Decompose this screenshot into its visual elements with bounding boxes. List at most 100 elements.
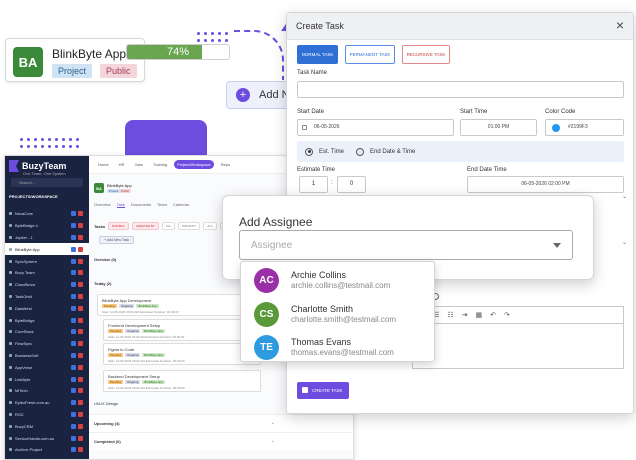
delete-icon[interactable] — [78, 352, 83, 358]
workspace-tab[interactable]: Task — [116, 202, 125, 208]
delete-icon[interactable] — [78, 411, 83, 417]
sidebar-item[interactable]: ByteBridge — [5, 314, 89, 326]
description-editor[interactable] — [412, 323, 624, 369]
end-date-time-radio[interactable] — [356, 147, 365, 156]
edit-icon[interactable] — [71, 388, 76, 394]
edit-icon[interactable] — [71, 305, 76, 311]
estimate-minutes-input[interactable]: 0 — [337, 176, 366, 193]
filter-select[interactable]: CREATED BY — [131, 222, 159, 230]
topnav-item[interactable]: Project/Workspace — [174, 160, 214, 169]
undo-icon[interactable]: ↶ — [490, 311, 496, 319]
filter-select[interactable]: ALL — [203, 222, 217, 230]
topnav-item[interactable]: Home — [95, 160, 112, 169]
sidebar-item[interactable]: Archive Project — [5, 444, 89, 456]
recursive-task-button[interactable]: RECURSIVE TASK — [402, 45, 450, 64]
sidebar-item[interactable]: NovaCore — [5, 208, 89, 220]
delete-icon[interactable] — [78, 211, 83, 217]
assignee-option[interactable]: CS Charlotte Smith charlotte.smith@testmai… — [241, 296, 436, 330]
create-task-button[interactable]: CREATE TASK — [297, 382, 349, 399]
filter-select[interactable]: ALL — [161, 222, 176, 230]
task-name-input[interactable] — [297, 81, 624, 98]
sidebar-item[interactable]: MiTech — [5, 385, 89, 397]
sidebar-item[interactable]: BuzyCRM — [5, 420, 89, 432]
overdue-section[interactable]: Overdue (0) — [94, 257, 116, 262]
sidebar-item[interactable]: LinkByte — [5, 373, 89, 385]
delete-icon[interactable] — [78, 341, 83, 347]
workspace-tab[interactable]: Documents — [131, 202, 151, 208]
sidebar-item[interactable]: FlowSync — [5, 338, 89, 350]
assignee-option[interactable]: TE Thomas Evans thomas.evans@testmail.com — [241, 329, 436, 363]
assignee-option[interactable]: AC Archie Collins archie.collins@testmail.… — [241, 262, 436, 296]
delete-icon[interactable] — [78, 317, 83, 323]
edit-icon[interactable] — [71, 223, 76, 229]
edit-icon[interactable] — [71, 364, 76, 370]
task-card[interactable]: BlinkByte App Development Pending Ongoing B… — [97, 294, 255, 316]
edit-icon[interactable] — [71, 234, 76, 240]
caret-down-icon[interactable] — [553, 243, 561, 248]
edit-icon[interactable] — [71, 211, 76, 217]
task-card[interactable]: Backend Development Setup Pending Ongoing B… — [103, 370, 261, 392]
sidebar-item[interactable]: BlinkByte App — [5, 243, 89, 256]
edit-icon[interactable] — [71, 329, 76, 335]
edit-icon[interactable] — [71, 270, 76, 276]
chevron-down-icon[interactable]: ⌄ — [622, 239, 627, 246]
sidebar-item[interactable]: SyncSphere — [5, 255, 89, 267]
sidebar-item[interactable]: DataNest — [5, 302, 89, 314]
topnav-item[interactable]: HR — [116, 160, 128, 169]
chevron-down-icon[interactable]: ⌄ — [622, 193, 627, 200]
topnav-item[interactable]: Jobs — [131, 160, 145, 169]
workspace-tab[interactable]: Calendar — [173, 202, 189, 208]
edit-icon[interactable] — [71, 376, 76, 382]
delete-icon[interactable] — [78, 435, 83, 441]
permanent-task-button[interactable]: PERMANENT TASK — [345, 45, 395, 64]
workspace-tab[interactable]: Team — [157, 202, 167, 208]
upcoming-section[interactable]: Upcoming (4) ⌄ — [89, 414, 353, 432]
edit-icon[interactable] — [71, 447, 76, 453]
assignee-input[interactable] — [239, 230, 573, 260]
delete-icon[interactable] — [78, 293, 83, 299]
delete-icon[interactable] — [78, 234, 83, 240]
sidebar-item[interactable]: TaskOrbit — [5, 291, 89, 303]
sidebar-item[interactable]: CoreStack — [5, 326, 89, 338]
delete-icon[interactable] — [78, 423, 83, 429]
table-icon[interactable]: ▦ — [476, 311, 483, 319]
close-icon[interactable]: × — [616, 17, 624, 33]
edit-icon[interactable] — [71, 400, 76, 406]
completed-section[interactable]: Completed (0) ⌄ — [89, 432, 353, 450]
filter-select[interactable]: PRIORITY — [178, 222, 201, 230]
numbered-list-icon[interactable]: ☷ — [447, 311, 453, 319]
sidebar-item[interactable]: Buzy Team — [5, 267, 89, 279]
workspace-tab[interactable]: Overview — [94, 202, 111, 208]
ui-ux-task[interactable]: UI/UX Design — [94, 401, 118, 406]
delete-icon[interactable] — [78, 400, 83, 406]
normal-task-button[interactable]: NORMAL TASK — [297, 45, 338, 64]
edit-icon[interactable] — [71, 293, 76, 299]
edit-icon[interactable] — [71, 411, 76, 417]
sidebar-item[interactable]: ROC — [5, 409, 89, 421]
edit-icon[interactable] — [71, 258, 76, 264]
project-card[interactable]: BA BlinkByte App Project Public — [5, 38, 145, 82]
delete-icon[interactable] — [78, 447, 83, 453]
delete-icon[interactable] — [78, 364, 83, 370]
redo-icon[interactable]: ↷ — [504, 311, 510, 319]
sidebar-item[interactable]: CloudNova — [5, 279, 89, 291]
edit-icon[interactable] — [71, 282, 76, 288]
edit-icon[interactable] — [71, 341, 76, 347]
today-section[interactable]: Today (2) — [94, 281, 111, 286]
edit-icon[interactable] — [71, 352, 76, 358]
sidebar-item[interactable]: AppVerse — [5, 361, 89, 373]
delete-icon[interactable] — [78, 282, 83, 288]
delete-icon[interactable] — [78, 376, 83, 382]
estimate-hours-input[interactable]: 1 — [299, 176, 328, 193]
topnav-item[interactable]: Repo — [218, 160, 234, 169]
edit-icon[interactable] — [71, 435, 76, 441]
sidebar-item[interactable]: EpikoFresh.com.au — [5, 397, 89, 409]
start-time-input[interactable]: 01:00 PM — [460, 119, 537, 136]
delete-icon[interactable] — [78, 305, 83, 311]
delete-icon[interactable] — [78, 388, 83, 394]
color-code-input[interactable]: #2199F3 — [545, 119, 624, 136]
sidebar-item[interactable]: ByteBridge-1 — [5, 220, 89, 232]
sidebar-item[interactable]: Jupiter - 1 — [5, 232, 89, 244]
delete-icon[interactable] — [78, 246, 83, 252]
sidebar-item[interactable]: BusinessSoft — [5, 350, 89, 362]
